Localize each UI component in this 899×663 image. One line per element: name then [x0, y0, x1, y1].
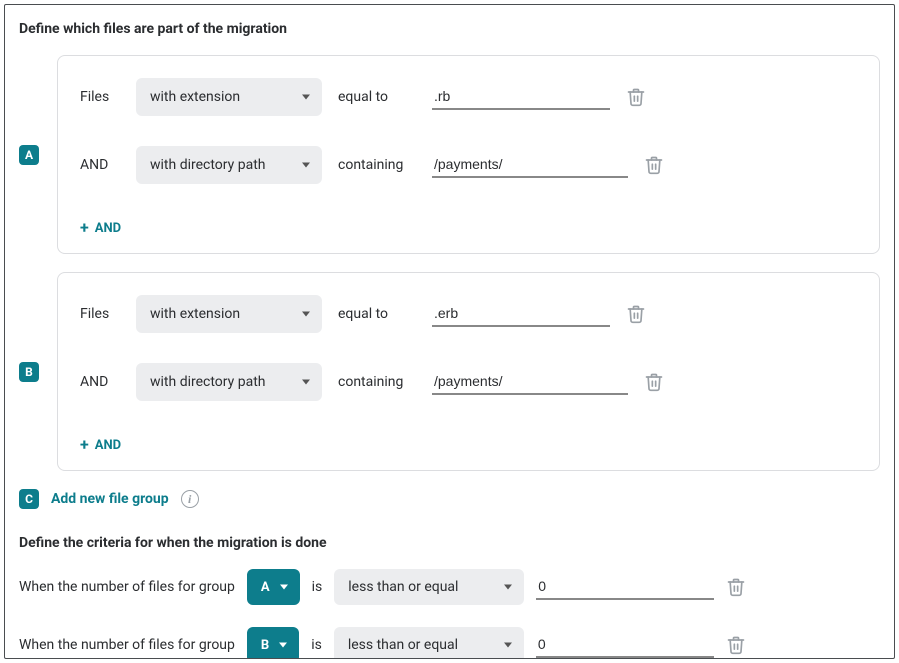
matcher-select[interactable]: with directory path — [136, 146, 322, 184]
matcher-select[interactable]: with directory path — [136, 363, 322, 401]
rule-leading-label: AND — [80, 374, 120, 390]
info-icon[interactable]: i — [181, 490, 199, 508]
rule-value-input[interactable] — [432, 84, 610, 110]
criteria-row: When the number of files for group B is … — [19, 627, 880, 659]
chevron-down-icon — [302, 95, 310, 100]
chevron-down-icon — [302, 312, 310, 317]
criteria-row: When the number of files for group A is … — [19, 569, 880, 605]
rule-row: AND with directory path containing — [80, 363, 857, 401]
rule-leading-label: Files — [80, 89, 120, 105]
file-group-b-card: Files with extension equal to AND with d… — [57, 272, 880, 471]
rule-row: Files with extension equal to — [80, 78, 857, 116]
rule-row: Files with extension equal to — [80, 295, 857, 333]
rule-leading-label: AND — [80, 157, 120, 173]
file-group-a-card: Files with extension equal to AND with d… — [57, 55, 880, 254]
criteria-group-select[interactable]: B — [247, 627, 299, 659]
section-criteria-title: Define the criteria for when the migrati… — [19, 535, 880, 551]
plus-icon: + — [80, 220, 89, 236]
criteria-prefix: When the number of files for group — [19, 637, 235, 653]
criteria-prefix: When the number of files for group — [19, 579, 235, 595]
comparator-select[interactable]: less than or equal — [334, 569, 524, 605]
rule-op-label: equal to — [338, 89, 416, 105]
add-and-button[interactable]: + AND — [80, 437, 121, 453]
trash-icon[interactable] — [726, 634, 746, 656]
chevron-down-icon — [504, 643, 512, 648]
criteria-value-input[interactable] — [536, 574, 714, 600]
group-badge-a: A — [19, 145, 39, 165]
plus-icon: + — [80, 437, 89, 453]
criteria-group-select[interactable]: A — [247, 569, 300, 605]
section-files-title: Define which files are part of the migra… — [19, 21, 880, 37]
add-group-row: C Add new file group i — [19, 489, 880, 509]
rule-leading-label: Files — [80, 306, 120, 322]
comparator-select[interactable]: less than or equal — [334, 627, 524, 659]
rule-row: AND with directory path containing — [80, 146, 857, 184]
rule-op-label: containing — [338, 374, 416, 390]
add-file-group-button[interactable]: Add new file group — [51, 491, 169, 507]
group-badge-c: C — [19, 489, 39, 509]
rule-value-input[interactable] — [432, 152, 628, 178]
trash-icon[interactable] — [726, 576, 746, 598]
group-badge-b: B — [19, 362, 39, 382]
trash-icon[interactable] — [626, 86, 646, 108]
file-group-b-wrap: B Files with extension equal to AND with… — [19, 272, 880, 471]
is-label: is — [311, 637, 322, 653]
trash-icon[interactable] — [644, 154, 664, 176]
chevron-down-icon — [280, 585, 288, 590]
chevron-down-icon — [504, 585, 512, 590]
file-group-a-wrap: A Files with extension equal to AND with… — [19, 55, 880, 254]
rule-value-input[interactable] — [432, 369, 628, 395]
rule-op-label: containing — [338, 157, 416, 173]
matcher-select[interactable]: with extension — [136, 78, 322, 116]
chevron-down-icon — [302, 380, 310, 385]
rule-value-input[interactable] — [432, 301, 610, 327]
chevron-down-icon — [279, 643, 287, 648]
criteria-value-input[interactable] — [536, 632, 714, 658]
trash-icon[interactable] — [644, 371, 664, 393]
migration-config-panel: Define which files are part of the migra… — [4, 4, 895, 659]
chevron-down-icon — [302, 163, 310, 168]
add-and-button[interactable]: + AND — [80, 220, 121, 236]
is-label: is — [312, 579, 323, 595]
trash-icon[interactable] — [626, 303, 646, 325]
matcher-select[interactable]: with extension — [136, 295, 322, 333]
rule-op-label: equal to — [338, 306, 416, 322]
